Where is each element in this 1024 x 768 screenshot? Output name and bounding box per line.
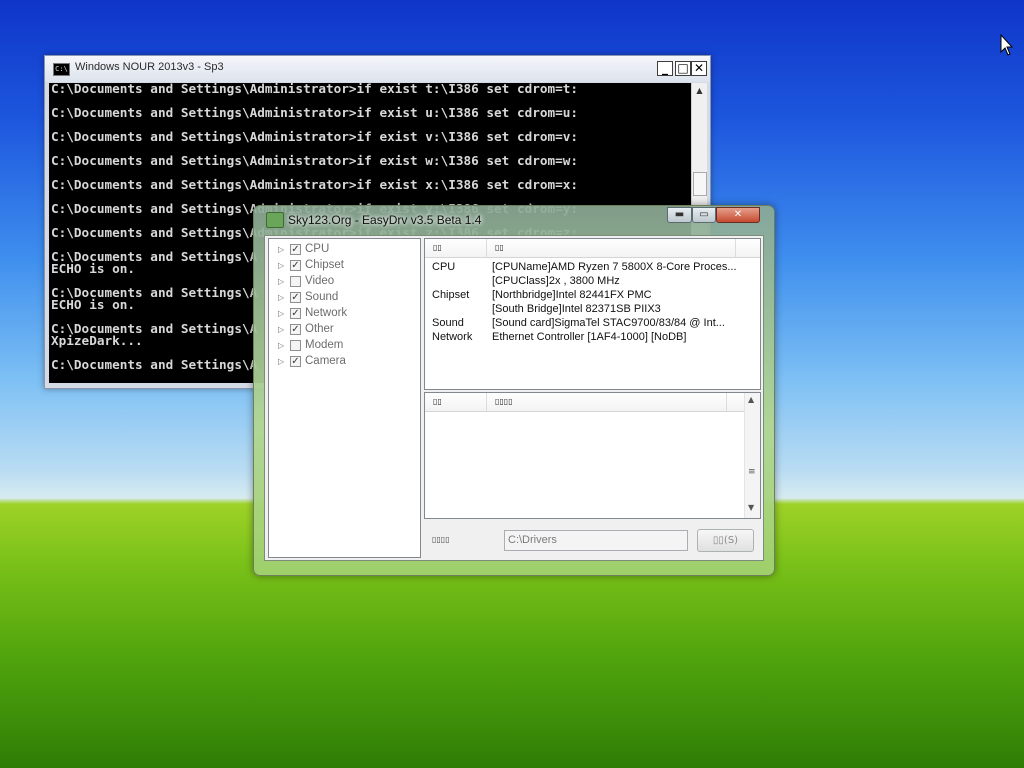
minimize-button[interactable]: ▬ bbox=[667, 207, 692, 223]
close-button[interactable]: ✕ bbox=[716, 207, 760, 223]
expand-arrow-icon[interactable]: ▷ bbox=[278, 261, 290, 270]
checkbox[interactable]: ✓ bbox=[290, 355, 301, 367]
checkbox[interactable]: ✓ bbox=[290, 307, 301, 319]
tree-item-label: Modem bbox=[305, 339, 344, 351]
tree-item-label: Network bbox=[305, 307, 348, 319]
easydrv-title: Sky123.Org - EasyDrv v3.5 Beta 1.4 bbox=[288, 213, 482, 227]
mouse-cursor-icon bbox=[1000, 34, 1014, 56]
checkbox[interactable]: ✓ bbox=[290, 323, 301, 335]
checkbox[interactable] bbox=[290, 339, 301, 351]
driver-list-scrollbar[interactable]: ▲ ≡ ▼ bbox=[744, 393, 760, 518]
tree-item-modem[interactable]: ▷ Modem bbox=[269, 337, 343, 353]
tree-item-cpu[interactable]: ▷ ✓ CPU bbox=[269, 241, 329, 257]
close-button[interactable]: ✕ bbox=[691, 61, 707, 76]
device-description: [CPUName]AMD Ryzen 7 5800X 8-Core Proces… bbox=[492, 261, 737, 273]
checkbox[interactable]: ✓ bbox=[290, 259, 301, 271]
checkbox[interactable]: ✓ bbox=[290, 243, 301, 255]
scroll-up-arrow-icon[interactable]: ▲ bbox=[692, 83, 707, 98]
column-header[interactable]: ▯▯ bbox=[425, 393, 487, 411]
scroll-grip-icon[interactable]: ≡ bbox=[748, 467, 756, 477]
device-category: Chipset bbox=[432, 289, 470, 301]
tree-item-label: Camera bbox=[305, 355, 346, 367]
column-header[interactable]: ▯▯▯▯ bbox=[487, 393, 727, 411]
minimize-button[interactable]: _ bbox=[657, 61, 673, 76]
tree-item-camera[interactable]: ▷ ✓ Camera bbox=[269, 353, 346, 369]
tree-item-label: Sound bbox=[305, 291, 339, 303]
list-item[interactable]: CPU [CPUName]AMD Ryzen 7 5800X 8-Core Pro… bbox=[425, 261, 755, 275]
console-title: Windows NOUR 2013v3 - Sp3 bbox=[75, 61, 224, 73]
device-description: [CPUClass]2x , 3800 MHz bbox=[492, 275, 620, 287]
expand-arrow-icon[interactable]: ▷ bbox=[278, 309, 290, 318]
scroll-up-arrow-icon[interactable]: ▲ bbox=[748, 395, 754, 404]
tree-item-network[interactable]: ▷ ✓ Network bbox=[269, 305, 347, 321]
list-item[interactable]: Sound [Sound card]SigmaTel STAC9700/83/84… bbox=[425, 317, 755, 331]
column-header[interactable]: ▯▯ bbox=[425, 239, 487, 257]
expand-arrow-icon[interactable]: ▷ bbox=[278, 245, 290, 254]
driver-list-header: ▯▯ ▯▯▯▯ bbox=[425, 393, 744, 412]
device-description: Ethernet Controller [1AF4-1000] [NoDB] bbox=[492, 331, 687, 343]
console-titlebar[interactable]: C:\ Windows NOUR 2013v3 - Sp3 _ □ ✕ bbox=[45, 56, 710, 82]
tree-item-label: Video bbox=[305, 275, 335, 287]
console-line: C:\Documents and Settings\Administrator>… bbox=[51, 177, 579, 192]
device-description: [Northbridge]Intel 82441FX PMC bbox=[492, 289, 652, 301]
scroll-down-arrow-icon[interactable]: ▼ bbox=[748, 503, 754, 512]
easydrv-app-icon bbox=[266, 212, 284, 228]
tree-item-other[interactable]: ▷ ✓ Other bbox=[269, 321, 334, 337]
list-item[interactable]: [South Bridge]Intel 82371SB PIIX3 bbox=[425, 303, 755, 317]
device-category: Sound bbox=[432, 317, 464, 329]
driver-list[interactable]: ▯▯ ▯▯▯▯ ▲ ≡ ▼ bbox=[424, 392, 761, 519]
device-category: CPU bbox=[432, 261, 456, 273]
list-item[interactable]: Network Ethernet Controller [1AF4-1000] [… bbox=[425, 331, 755, 345]
scroll-thumb[interactable] bbox=[693, 172, 707, 196]
driver-path-input[interactable]: C:\Drivers bbox=[504, 530, 688, 551]
tree-item-sound[interactable]: ▷ ✓ Sound bbox=[269, 289, 338, 305]
tree-item-label: CPU bbox=[305, 243, 330, 255]
console-line: C:\Documents and Settings\Administrator>… bbox=[51, 105, 579, 120]
tree-item-label: Chipset bbox=[305, 259, 344, 271]
device-list[interactable]: ▯▯ ▯▯ CPU [CPUName]AMD Ryzen 7 5800X 8-Co… bbox=[424, 238, 761, 390]
save-button[interactable]: ▯▯(S) bbox=[697, 529, 754, 552]
device-list-header: ▯▯ ▯▯ bbox=[425, 239, 760, 258]
maximize-button[interactable]: □ bbox=[675, 61, 691, 76]
tree-item-video[interactable]: ▷ Video bbox=[269, 273, 334, 289]
expand-arrow-icon[interactable]: ▷ bbox=[278, 277, 290, 286]
maximize-button[interactable]: ▭ bbox=[692, 207, 716, 223]
column-header[interactable]: ▯▯ bbox=[487, 239, 736, 257]
console-app-icon: C:\ bbox=[53, 63, 70, 76]
console-line: C:\Documents and Settings\Administrator>… bbox=[51, 153, 579, 168]
expand-arrow-icon[interactable]: ▷ bbox=[278, 341, 290, 350]
easydrv-window[interactable]: Sky123.Org - EasyDrv v3.5 Beta 1.4 ▬ ▭ ✕… bbox=[253, 205, 775, 576]
expand-arrow-icon[interactable]: ▷ bbox=[278, 357, 290, 366]
device-description: [South Bridge]Intel 82371SB PIIX3 bbox=[492, 303, 661, 315]
category-tree[interactable]: ▷ ✓ CPU ▷ ✓ Chipset ▷ Video ▷ ✓ Sound ▷ ✓ Network ▷ ✓ Ot… bbox=[268, 238, 421, 558]
expand-arrow-icon[interactable]: ▷ bbox=[278, 325, 290, 334]
device-description: [Sound card]SigmaTel STAC9700/83/84 @ In… bbox=[492, 317, 725, 329]
list-item[interactable]: Chipset [Northbridge]Intel 82441FX PMC bbox=[425, 289, 755, 303]
device-category: Network bbox=[432, 331, 473, 343]
expand-arrow-icon[interactable]: ▷ bbox=[278, 293, 290, 302]
path-label: ▯▯▯▯ bbox=[432, 535, 450, 544]
easydrv-client-area: ▷ ✓ CPU ▷ ✓ Chipset ▷ Video ▷ ✓ Sound ▷ ✓ Network ▷ ✓ Ot… bbox=[264, 235, 764, 561]
tree-item-chipset[interactable]: ▷ ✓ Chipset bbox=[269, 257, 344, 273]
tree-item-label: Other bbox=[305, 323, 334, 335]
checkbox[interactable]: ✓ bbox=[290, 291, 301, 303]
console-line: C:\Documents and Settings\Administrator>… bbox=[51, 129, 579, 144]
console-line: C:\Documents and Settings\Administrator>… bbox=[51, 83, 579, 96]
checkbox[interactable] bbox=[290, 275, 301, 287]
list-item[interactable]: [CPUClass]2x , 3800 MHz bbox=[425, 275, 755, 289]
